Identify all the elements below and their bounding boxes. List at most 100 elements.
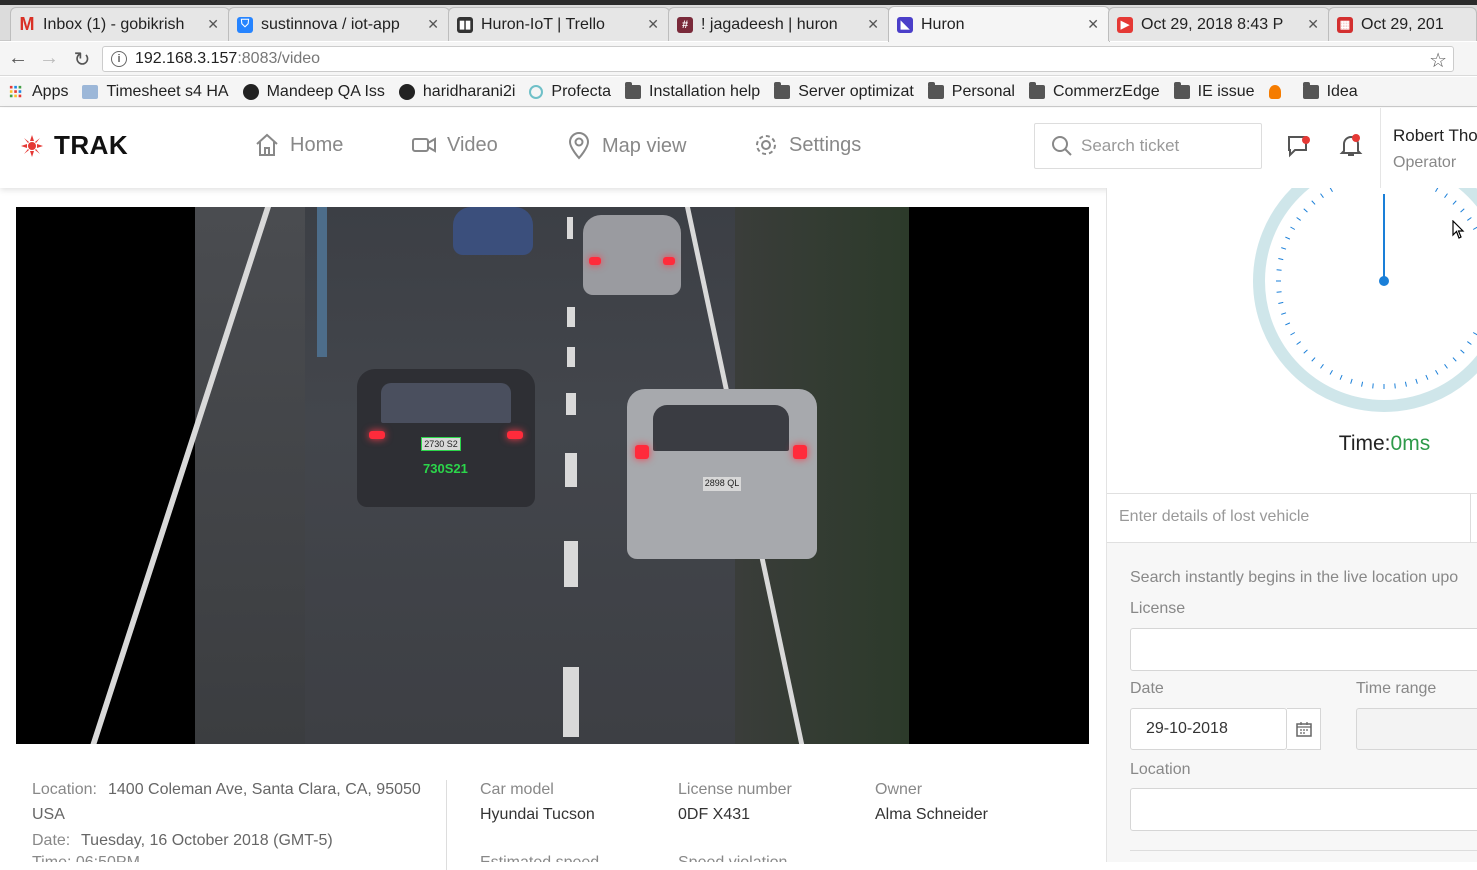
bookmark-ie-issue[interactable]: IE issue	[1173, 81, 1255, 101]
nav-label: Home	[290, 133, 344, 156]
back-arrow-icon[interactable]: ←	[6, 47, 30, 70]
close-icon[interactable]: ✕	[867, 16, 879, 33]
nav-label: Video	[447, 133, 498, 156]
bookmark-timesheet[interactable]: Timesheet s4 HA	[82, 83, 229, 101]
forward-arrow-icon[interactable]: →	[37, 47, 61, 70]
bookmark-label: Profecta	[551, 82, 611, 100]
car-model-label: Car model	[480, 781, 554, 798]
bookmark-label: Idea	[1326, 82, 1358, 100]
address-bar[interactable]: i 192.168.3.157:8083/video ☆	[102, 46, 1454, 72]
messages-button[interactable]	[1286, 132, 1312, 163]
close-icon[interactable]: ✕	[207, 16, 219, 33]
bookmark-commerzedge[interactable]: CommerzEdge	[1028, 81, 1160, 101]
bookmark-mandeep[interactable]: Mandeep QA Iss	[242, 82, 385, 101]
bookmark-idea[interactable]: Idea	[1302, 81, 1358, 101]
browser-tab-bitbucket[interactable]: ⛉ sustinnova / iot-app ✕	[228, 7, 450, 41]
gauge-tick	[1278, 301, 1284, 304]
form-divider	[1130, 850, 1477, 851]
gauge-tick	[1467, 341, 1472, 345]
unread-dot	[1352, 134, 1360, 142]
close-icon[interactable]: ✕	[1087, 16, 1099, 33]
bookmark-profecta[interactable]: Profecta	[529, 83, 611, 101]
close-icon[interactable]: ✕	[1307, 16, 1319, 33]
info-icon[interactable]: i	[111, 51, 127, 67]
location-input[interactable]	[1130, 788, 1477, 831]
taillight	[793, 445, 807, 459]
date-value: Tuesday, 16 October 2018 (GMT-5)	[81, 832, 333, 849]
gauge-tick	[1350, 378, 1353, 384]
user-menu[interactable]: Robert Tho Operator	[1380, 108, 1477, 188]
license-input[interactable]	[1130, 628, 1477, 671]
tab-label: Inbox (1) - gobikrish	[43, 15, 185, 33]
huron-icon: ◣	[897, 16, 913, 33]
notifications-button[interactable]	[1338, 132, 1364, 163]
car-blue	[453, 207, 533, 255]
folder-icon	[1173, 81, 1190, 99]
nav-label: Map view	[602, 134, 687, 157]
trello-icon: ▮▮	[457, 16, 473, 33]
gauge-tick	[1329, 369, 1333, 375]
nav-video[interactable]: Video	[411, 132, 498, 158]
bookmark-label: Mandeep QA Iss	[266, 82, 385, 100]
date-input[interactable]: 29-10-2018	[1130, 708, 1287, 750]
apps-grid-icon	[9, 85, 22, 97]
tab-label: ! jagadeesh | huron	[701, 15, 838, 33]
bitbucket-icon: ⛉	[237, 16, 253, 33]
close-icon[interactable]: ✕	[427, 16, 439, 33]
browser-tab-slack[interactable]: # ! jagadeesh | huron ✕	[668, 7, 890, 41]
lane-dash	[564, 541, 578, 587]
nav-settings[interactable]: Settings	[753, 132, 861, 158]
bookmark-haridharani[interactable]: haridharani2i	[398, 82, 516, 101]
bookmark-installation[interactable]: Installation help	[625, 81, 760, 101]
estimated-speed-label: Estimated speed	[480, 854, 599, 862]
github-icon	[242, 83, 259, 100]
lost-vehicle-placeholder: Enter details of lost vehicle	[1119, 508, 1310, 525]
location-label: Location:	[32, 781, 97, 798]
unread-dot	[1302, 136, 1310, 144]
lost-vehicle-input[interactable]: Enter details of lost vehicle	[1107, 493, 1477, 544]
gauge-tick	[1435, 369, 1439, 375]
folder-icon	[625, 81, 641, 99]
bookmark-label: haridharani2i	[422, 82, 516, 100]
divider	[1470, 494, 1471, 544]
tab-label: Huron-IoT | Trello	[481, 15, 605, 33]
browser-tab-recording[interactable]: ▶ Oct 29, 2018 8:43 P ✕	[1108, 7, 1330, 41]
lane-dash	[565, 453, 577, 487]
bookmark-personal[interactable]: Personal	[927, 81, 1015, 101]
gauge-ticks	[1276, 188, 1477, 389]
bookmark-server[interactable]: Server optimizat	[774, 81, 914, 101]
close-icon[interactable]: ✕	[647, 16, 659, 33]
processing-gauge	[1253, 188, 1477, 412]
gauge-tick	[1372, 383, 1374, 389]
browser-tab-calendar[interactable]: ▦ Oct 29, 201	[1328, 7, 1477, 41]
nav-home[interactable]: Home	[254, 132, 343, 158]
brand-name: TRAK	[54, 130, 129, 160]
folder-icon	[1302, 81, 1319, 99]
nav-map-view[interactable]: Map view	[566, 132, 686, 160]
calendar-icon: ▦	[1337, 16, 1353, 33]
date-picker-button[interactable]	[1287, 708, 1321, 750]
video-player[interactable]: 2730 S2 730S21 2898 QL	[16, 207, 1089, 744]
browser-tab-trello[interactable]: ▮▮ Huron-IoT | Trello ✕	[448, 7, 670, 41]
bookmark-lightbulb[interactable]	[1268, 84, 1289, 99]
profecta-icon	[529, 84, 544, 99]
gauge-tick	[1290, 332, 1296, 336]
date-label: Date	[1130, 680, 1164, 697]
reload-icon[interactable]: ↻	[70, 47, 94, 72]
gauge-tick	[1278, 258, 1284, 261]
lane-dash	[567, 347, 575, 367]
date-value: 29-10-2018	[1146, 720, 1228, 737]
time-range-input[interactable]	[1356, 708, 1477, 750]
folder-icon	[774, 81, 791, 99]
search-ticket-input[interactable]: Search ticket	[1034, 123, 1262, 169]
bookmark-apps[interactable]: Apps	[8, 83, 68, 101]
gauge-tick	[1303, 208, 1308, 213]
gauge-tick	[1361, 381, 1364, 387]
gauge-tick	[1281, 312, 1287, 315]
browser-tab-gmail[interactable]: M Inbox (1) - gobikrish ✕	[10, 7, 230, 41]
brand-logo[interactable]: TRAK	[20, 130, 128, 161]
gauge-tick	[1320, 193, 1324, 198]
user-name: Robert Tho	[1393, 126, 1477, 145]
bookmark-star-icon[interactable]: ☆	[1429, 48, 1447, 73]
browser-tab-huron[interactable]: ◣ Huron ✕	[888, 6, 1110, 42]
